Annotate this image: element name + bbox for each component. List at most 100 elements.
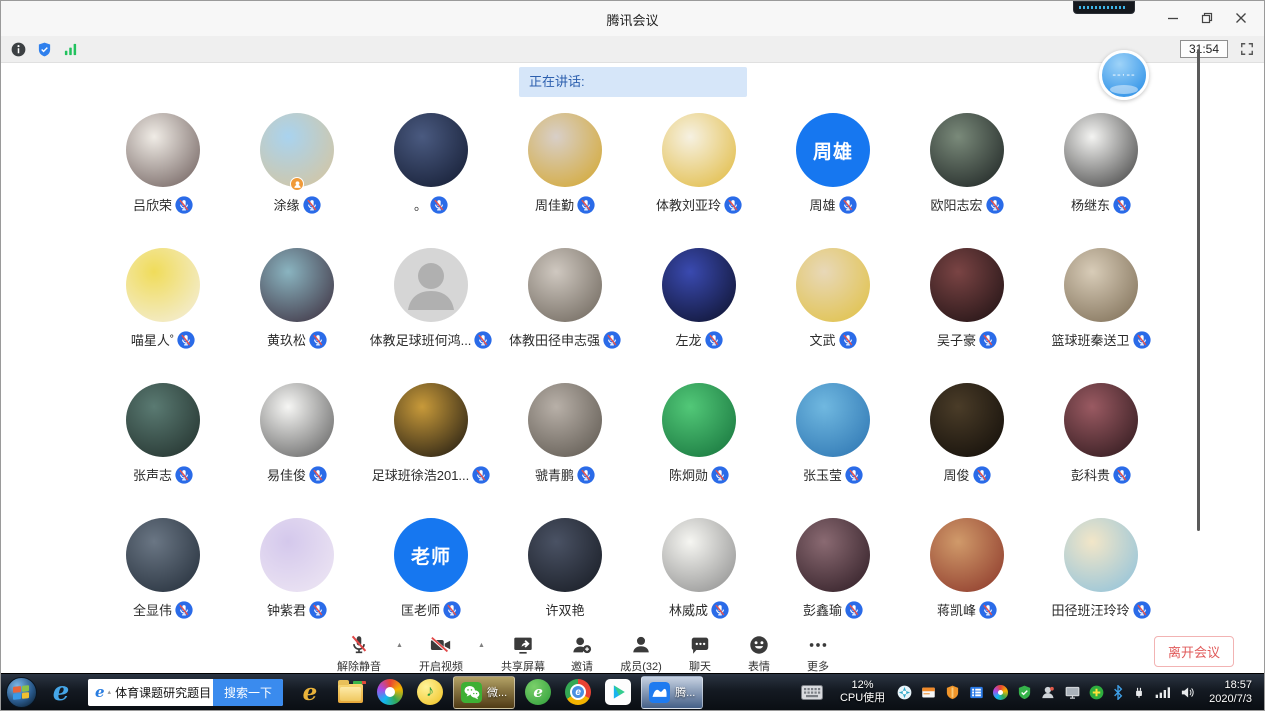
fullscreen-button[interactable] <box>1240 42 1254 56</box>
tray-film-icon[interactable] <box>969 685 984 700</box>
minimize-button[interactable] <box>1156 7 1190 29</box>
windows-start-icon[interactable] <box>1 674 41 710</box>
participant-tile[interactable]: 彭科贵 <box>1034 383 1168 518</box>
ie-mini-icon: e <box>95 683 105 701</box>
overlay-volume-widget[interactable] <box>1073 1 1135 14</box>
security-shield-icon[interactable] <box>37 42 52 57</box>
participant-name-row: 林威成 <box>669 600 729 619</box>
emoji-icon <box>748 633 770 656</box>
participant-tile[interactable]: 杨继东 <box>1034 113 1168 248</box>
participant-tile[interactable]: 篮球班秦送卫 <box>1034 248 1168 383</box>
participant-tile[interactable]: 周俊 <box>900 383 1034 518</box>
qq-music-icon[interactable]: ♪ <box>410 674 450 710</box>
toolbar-members-button[interactable]: 成员(32) <box>619 633 663 674</box>
participant-tile[interactable]: 足球班徐浩201... <box>364 383 498 518</box>
speaker-icon[interactable] <box>1180 685 1195 700</box>
toolbar-more-button[interactable]: 更多 <box>796 633 840 674</box>
participant-tile[interactable]: 陈炯勋 <box>632 383 766 518</box>
taskbar-clock[interactable]: 18:57 2020/7/3 <box>1209 678 1252 706</box>
tray-pinwheel-icon[interactable] <box>993 685 1008 700</box>
mic-muted-badge-icon <box>711 601 729 619</box>
folder-icon[interactable] <box>330 674 370 710</box>
participant-tile[interactable]: 虢青鹏 <box>498 383 632 518</box>
participant-tile[interactable]: 喵星人˚ <box>96 248 230 383</box>
mic-muted-badge-icon <box>839 196 857 214</box>
participant-tile[interactable]: 周雄周雄 <box>766 113 900 248</box>
participant-tile[interactable]: 。 <box>364 113 498 248</box>
participant-tile[interactable]: 张玉莹 <box>766 383 900 518</box>
meeting-timer: 31:54 <box>1180 40 1228 58</box>
participant-tile[interactable]: 涂缘 <box>230 113 364 248</box>
participant-name-row: 欧阳志宏 <box>930 195 1003 214</box>
toolbar-chat-button[interactable]: 聊天 <box>678 633 722 674</box>
caret-up-icon[interactable]: ▲ <box>396 642 404 649</box>
360-browser-icon[interactable]: e <box>518 674 558 710</box>
tray-green-shield-icon[interactable] <box>1017 685 1032 700</box>
participant-name: 黄玖松 <box>267 330 306 349</box>
search-button[interactable]: 搜索一下 <box>213 679 283 706</box>
participant-name: 周雄 <box>809 195 835 214</box>
network-quality-icon[interactable] <box>63 42 78 57</box>
toolbar-emoji-button[interactable]: 表情 <box>737 633 781 674</box>
participant-avatar <box>930 248 1004 322</box>
participant-tile[interactable]: 吕欣荣 <box>96 113 230 248</box>
toolbar-camera-off-button[interactable]: 开启视频 <box>419 633 463 674</box>
taskbar-wechat-button[interactable]: 微... <box>453 676 515 709</box>
keyboard-icon-slot[interactable] <box>792 674 832 710</box>
tray-person-icon[interactable] <box>1041 685 1056 700</box>
pinwheel-icon[interactable] <box>370 674 410 710</box>
leave-meeting-button[interactable]: 离开会议 <box>1154 636 1234 667</box>
toolbar-invite-button[interactable]: 邀请 <box>560 633 604 674</box>
scrollbar[interactable] <box>1197 49 1200 531</box>
participant-tile[interactable]: 文武 <box>766 248 900 383</box>
taskbar-search-widget[interactable]: e ▴ 体育课题研究题目 搜索一下 <box>88 679 283 706</box>
bluetooth-icon[interactable] <box>1113 685 1123 700</box>
toolbar-label: 开启视频 <box>419 658 463 674</box>
participant-name-row: 彭科贵 <box>1071 465 1131 484</box>
mic-muted-badge-icon <box>1133 601 1151 619</box>
participant-name: 体教刘亚玲 <box>656 195 721 214</box>
participant-tile[interactable]: 体教刘亚玲 <box>632 113 766 248</box>
tray-plug-icon[interactable] <box>1132 685 1146 700</box>
participant-tile[interactable]: 周佳勤 <box>498 113 632 248</box>
more-icon <box>807 633 829 656</box>
participant-avatar <box>930 383 1004 457</box>
toolbar-share-screen-button[interactable]: 共享屏幕 <box>501 633 545 674</box>
participant-tile[interactable]: 体教足球班何鸿... <box>364 248 498 383</box>
cpu-usage-widget[interactable]: 12% CPU使用 <box>840 679 885 705</box>
maximize-button[interactable] <box>1190 7 1224 29</box>
participant-name-row: 体教足球班何鸿... <box>370 330 493 349</box>
participant-tile[interactable]: 吴子豪 <box>900 248 1034 383</box>
participant-avatar <box>394 248 468 322</box>
toolbar-label: 成员(32) <box>620 658 662 674</box>
participant-tile[interactable]: 欧阳志宏 <box>900 113 1034 248</box>
ie-browser-icon[interactable]: e <box>41 674 81 710</box>
participant-tile[interactable]: 黄玖松 <box>230 248 364 383</box>
participant-name: 体教田径申志强 <box>509 330 600 349</box>
participant-name: 彭科贵 <box>1071 465 1110 484</box>
toolbar-mic-muted-button[interactable]: 解除静音 <box>337 633 381 674</box>
participant-tile[interactable]: 体教田径申志强 <box>498 248 632 383</box>
tray-window-icon[interactable] <box>921 685 936 700</box>
window-controls <box>1156 7 1258 29</box>
tray-orange-shield-icon[interactable] <box>945 685 960 700</box>
signal-bars-icon[interactable] <box>1155 685 1171 699</box>
tray-flower-icon[interactable] <box>897 685 912 700</box>
info-icon[interactable] <box>11 42 26 57</box>
chrome-browser-icon[interactable]: e <box>558 674 598 710</box>
participant-tile[interactable]: 左龙 <box>632 248 766 383</box>
search-input[interactable]: 体育课题研究题目 <box>115 684 213 701</box>
ie-gold-icon[interactable]: e <box>290 674 330 710</box>
caret-up-icon[interactable]: ▲ <box>478 642 486 649</box>
tray-green-plus-icon[interactable] <box>1089 685 1104 700</box>
tray-monitor-icon[interactable] <box>1065 685 1080 700</box>
close-button[interactable] <box>1224 7 1258 29</box>
floating-clock-widget[interactable]: --·-- <box>1099 50 1149 100</box>
taskbar-meeting-button[interactable]: 腾... <box>641 676 703 709</box>
participant-tile[interactable]: 易佳俊 <box>230 383 364 518</box>
caret-up-icon[interactable]: ▴ <box>108 688 112 696</box>
participant-tile[interactable]: 张声志 <box>96 383 230 518</box>
mic-muted-badge-icon <box>577 466 595 484</box>
participant-avatar <box>930 113 1004 187</box>
tencent-video-icon[interactable] <box>598 674 638 710</box>
